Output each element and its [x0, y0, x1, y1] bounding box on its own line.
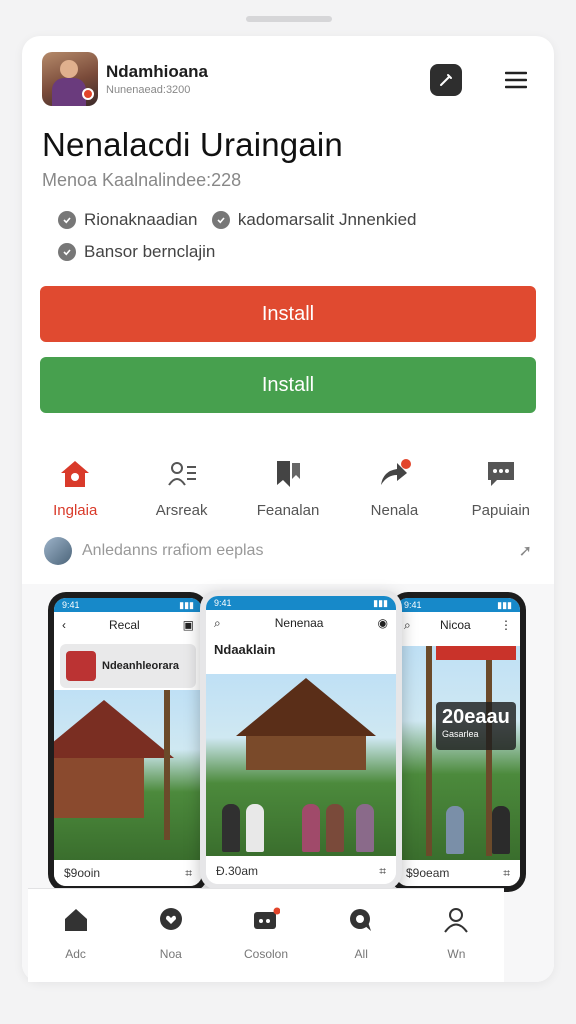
home-icon — [64, 909, 87, 931]
app-avatar — [42, 52, 98, 106]
app-meta: Nunenaead:3200 — [106, 84, 191, 96]
arrow-right-icon: ➚ — [518, 543, 532, 560]
check-icon — [58, 243, 76, 261]
feature-tag: Bansor bernclajin — [58, 236, 215, 268]
screenshot-phone-center[interactable]: 9:41 ▮▮▮ ⌕ Nenenaa ◉ Ndaaklain Ð.30am ⌗ — [200, 590, 402, 890]
nav-item-bookmark[interactable]: Feanalan — [235, 440, 341, 536]
nav-item-home[interactable]: Inglaia — [22, 440, 128, 536]
feature-tag: kadomarsalit Jnnenkied — [211, 204, 416, 236]
promo-banner: 20eaau Gasarlea — [436, 702, 516, 750]
palm-photo: 20eaau Gasarlea — [396, 646, 520, 860]
app-header: Ndamhioana Nunenaead:3200 — [42, 52, 534, 108]
menu-button[interactable] — [500, 64, 532, 96]
camera-icon: ⌗ — [379, 863, 386, 878]
heart-icon — [159, 908, 182, 930]
phone-appbar: ⌕ Nicoa ⋮ — [404, 617, 512, 633]
phone-appbar: ⌕ Nenenaa ◉ — [214, 615, 388, 631]
tab-profile[interactable]: Wn — [409, 889, 504, 982]
nav-item-chat[interactable]: Papuiain — [448, 440, 554, 536]
chat-icon — [350, 909, 372, 931]
camera-icon: ⌗ — [503, 865, 510, 880]
profile-icon — [444, 908, 469, 933]
traditional-house-photo — [206, 674, 396, 856]
tab-videos[interactable]: Cosolon — [218, 889, 313, 982]
channel-card: Ndeanhleorara — [60, 644, 196, 688]
category-nav: Inglaia Arsreak Feanalan Nenala Papuiain — [22, 440, 554, 536]
promo-text: Anledanns rrafiom eeplas — [82, 542, 264, 559]
page-subtitle: Menoa Kaalnalindee:228 — [42, 170, 242, 190]
person-list-icon — [164, 456, 200, 492]
promo-row[interactable]: Anledanns rrafiom eeplas ➚ — [44, 536, 532, 566]
more-icon: ⋮ — [499, 618, 512, 632]
phone-footer: $9oeam ⌗ — [396, 860, 520, 886]
app-name: Ndamhioana — [106, 62, 209, 81]
video-icon — [254, 907, 280, 929]
screenshot-phone-right[interactable]: 9:41 ▮▮▮ ⌕ Nicoa ⋮ 20eaau Gasarlea $9oea… — [390, 592, 526, 892]
back-icon: ‹ — [62, 618, 66, 632]
phone-footer: Ð.30am ⌗ — [206, 858, 396, 884]
edit-button[interactable] — [430, 64, 462, 96]
chat-icon — [483, 456, 519, 492]
share-icon — [376, 456, 412, 492]
promo-thumbnail — [44, 537, 72, 565]
nav-item-person-list[interactable]: Arsreak — [128, 440, 234, 536]
search-icon: ⌕ — [404, 617, 411, 632]
hamburger-icon — [505, 71, 527, 89]
search-icon: ⌕ — [214, 615, 221, 630]
status-bar: 9:41 ▮▮▮ — [54, 598, 202, 612]
page-title: Nenalacdi Uraingain — [42, 126, 343, 163]
phone-appbar: ‹ Recal ▣ — [62, 618, 194, 632]
screenshot-phone-left[interactable]: 9:41▮▮▮ ‹ Recal ▣ Ndeanhleorara $9ooin — [48, 592, 208, 892]
status-bar: 9:41 ▮▮▮ — [206, 596, 396, 610]
install-button-primary[interactable]: Install — [40, 286, 536, 342]
tab-messages[interactable]: All — [314, 889, 409, 982]
install-button-secondary[interactable]: Install — [40, 357, 536, 413]
tab-home[interactable]: Adc — [28, 889, 123, 982]
feature-tag: Rionaknaadian — [58, 204, 197, 236]
camera-icon: ⌗ — [185, 865, 192, 880]
check-icon — [58, 211, 76, 229]
feature-tags: Rionaknaadian kadomarsalit Jnnenkied Ban… — [58, 204, 534, 268]
bottom-tab-bar: Adc Noa Cosolon All Wn — [28, 888, 504, 982]
lock-icon: ▣ — [182, 618, 194, 632]
app-card: Ndamhioana Nunenaead:3200 Nenalacdi Urai… — [22, 36, 554, 982]
tab-favorites[interactable]: Noa — [123, 889, 218, 982]
post-title: Ndaaklain — [214, 642, 276, 657]
nav-item-share[interactable]: Nenala — [341, 440, 447, 536]
status-bar: 9:41 ▮▮▮ — [396, 598, 520, 612]
pencil-icon — [440, 74, 452, 86]
drag-handle[interactable] — [246, 16, 332, 22]
bookmark-icon — [270, 456, 306, 492]
badge-dot — [82, 88, 94, 100]
home-icon — [57, 456, 93, 492]
compass-icon: ◉ — [377, 616, 388, 630]
check-icon — [211, 211, 230, 229]
house-photo — [54, 690, 202, 860]
phone-footer: $9ooin ⌗ — [54, 860, 202, 886]
